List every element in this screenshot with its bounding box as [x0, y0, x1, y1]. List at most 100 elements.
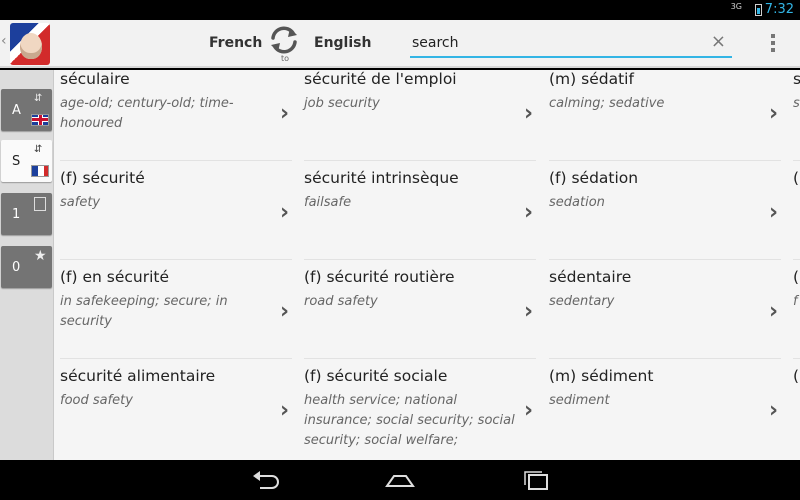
entry-translation: calming; sedative	[549, 96, 665, 111]
entry-term: sédentaire	[549, 268, 632, 286]
up-caret-icon[interactable]: ‹	[1, 33, 7, 49]
entry-term: s	[793, 70, 800, 88]
rail-tab-history[interactable]: 1	[1, 193, 52, 235]
entry-term: (	[793, 169, 800, 187]
entry-translation: safety	[60, 195, 101, 210]
entry-translation: sedentary	[549, 294, 615, 309]
row-divider	[793, 358, 800, 359]
row-divider	[793, 160, 800, 161]
entry-item[interactable]: (f	[787, 268, 800, 367]
rail-tab-label: 0	[12, 260, 21, 275]
entry-translation: failsafe	[304, 195, 352, 210]
row-divider	[549, 259, 781, 260]
entry-term: (f) sédation	[549, 169, 639, 187]
home-icon[interactable]	[384, 468, 416, 492]
overflow-dot	[771, 41, 775, 45]
entry-translation: f	[793, 294, 798, 309]
row-divider	[60, 358, 292, 359]
rail-tab-french[interactable]: S ⇵	[1, 140, 52, 182]
overflow-dot	[771, 48, 775, 52]
row-divider	[549, 358, 781, 359]
entry-item[interactable]: (f) sécurité routière road safety ›	[298, 268, 538, 367]
rail-tab-favorites[interactable]: 0 ★	[1, 246, 52, 288]
row-divider	[304, 358, 536, 359]
az-sort-icon: ⇵	[34, 93, 43, 104]
navigation-bar	[0, 460, 800, 500]
entry-term: sécurité de l'emploi	[304, 70, 457, 88]
entry-item[interactable]: (f) en sécurité in safekeeping; secure; i…	[54, 268, 294, 367]
entry-translation: road safety	[304, 294, 378, 309]
row-divider	[304, 160, 536, 161]
entry-translation: sedation	[549, 195, 605, 210]
index-rail: A ⇵ S ⇵ 1 0 ★	[0, 70, 54, 460]
az-sort-icon: ⇵	[34, 144, 43, 155]
chevron-right-icon: ›	[769, 200, 779, 225]
chevron-right-icon: ›	[524, 200, 534, 225]
entry-translation: sediment	[549, 393, 610, 408]
clock: 7:32	[764, 2, 794, 17]
target-language-button[interactable]: English	[314, 35, 371, 51]
swap-languages-icon[interactable]	[268, 24, 300, 56]
entry-item[interactable]: séculaire age-old; century-old; time-hono…	[54, 70, 294, 169]
history-icon	[34, 197, 46, 211]
rail-tab-label: 1	[12, 207, 21, 222]
rail-tab-label: S	[12, 154, 21, 169]
entry-item[interactable]: (f) sécurité sociale health service; nati…	[298, 367, 538, 460]
entry-translation: age-old; century-old; time-honoured	[60, 96, 234, 131]
entry-term: (	[793, 268, 800, 286]
entry-term: (m) sédiment	[549, 367, 654, 385]
fr-flag-icon	[31, 165, 49, 177]
network-indicator: 3G	[730, 2, 742, 11]
rail-tab-english[interactable]: A ⇵	[1, 89, 52, 131]
app-logo[interactable]	[10, 23, 50, 65]
chevron-right-icon: ›	[280, 200, 290, 225]
entry-item[interactable]: (f) sédation sedation ›	[543, 169, 783, 268]
row-divider	[304, 259, 536, 260]
entry-term: sécurité intrinsèque	[304, 169, 459, 187]
search-box: ×	[410, 28, 732, 58]
row-divider	[60, 160, 292, 161]
entry-term: (f) en sécurité	[60, 268, 170, 286]
entry-term: (f) sécurité sociale	[304, 367, 448, 385]
entry-item[interactable]: (	[787, 367, 800, 460]
chevron-right-icon: ›	[524, 101, 534, 126]
entry-translation: job security	[304, 96, 380, 111]
entry-item[interactable]: (	[787, 169, 800, 268]
star-icon: ★	[34, 248, 47, 264]
chevron-right-icon: ›	[280, 299, 290, 324]
battery-icon	[755, 4, 762, 16]
logo-face-icon	[20, 33, 42, 59]
entry-item[interactable]: (m) sédatif calming; sedative ›	[543, 70, 783, 169]
entry-item[interactable]: sécurité intrinsèque failsafe ›	[298, 169, 538, 268]
recent-apps-icon[interactable]	[520, 468, 552, 492]
chevron-right-icon: ›	[524, 398, 534, 423]
entry-item[interactable]: sécurité de l'emploi job security ›	[298, 70, 538, 169]
chevron-right-icon: ›	[769, 398, 779, 423]
clear-search-icon[interactable]: ×	[711, 31, 726, 52]
chevron-right-icon: ›	[769, 299, 779, 324]
entry-list: séculaire age-old; century-old; time-hono…	[54, 70, 800, 460]
action-bar: ‹ French to English ×	[0, 20, 800, 68]
search-input[interactable]	[412, 33, 702, 53]
uk-flag-icon	[31, 114, 49, 126]
entry-term: (m) sédatif	[549, 70, 634, 88]
entry-item[interactable]: sécurité alimentaire food safety ›	[54, 367, 294, 460]
entry-term: (f) sécurité routière	[304, 268, 455, 286]
overflow-menu-icon[interactable]	[771, 34, 775, 55]
source-language-button[interactable]: French	[209, 35, 262, 51]
entry-term: sécurité alimentaire	[60, 367, 216, 385]
entry-item[interactable]: (m) sédiment sediment ›	[543, 367, 783, 460]
back-icon[interactable]	[250, 468, 282, 492]
entry-item[interactable]: (f) sécurité safety ›	[54, 169, 294, 268]
entry-translation: s	[793, 96, 800, 111]
entry-translation: health service; national insurance; soci…	[304, 393, 515, 448]
entry-term: (	[793, 367, 800, 385]
rail-tab-label: A	[12, 103, 21, 118]
entry-item[interactable]: ss	[787, 70, 800, 169]
entry-translation: in safekeeping; secure; in security	[60, 294, 228, 329]
chevron-right-icon: ›	[280, 398, 290, 423]
chevron-right-icon: ›	[524, 299, 534, 324]
entry-item[interactable]: sédentaire sedentary ›	[543, 268, 783, 367]
row-divider	[60, 259, 292, 260]
entry-term: (f) sécurité	[60, 169, 145, 187]
